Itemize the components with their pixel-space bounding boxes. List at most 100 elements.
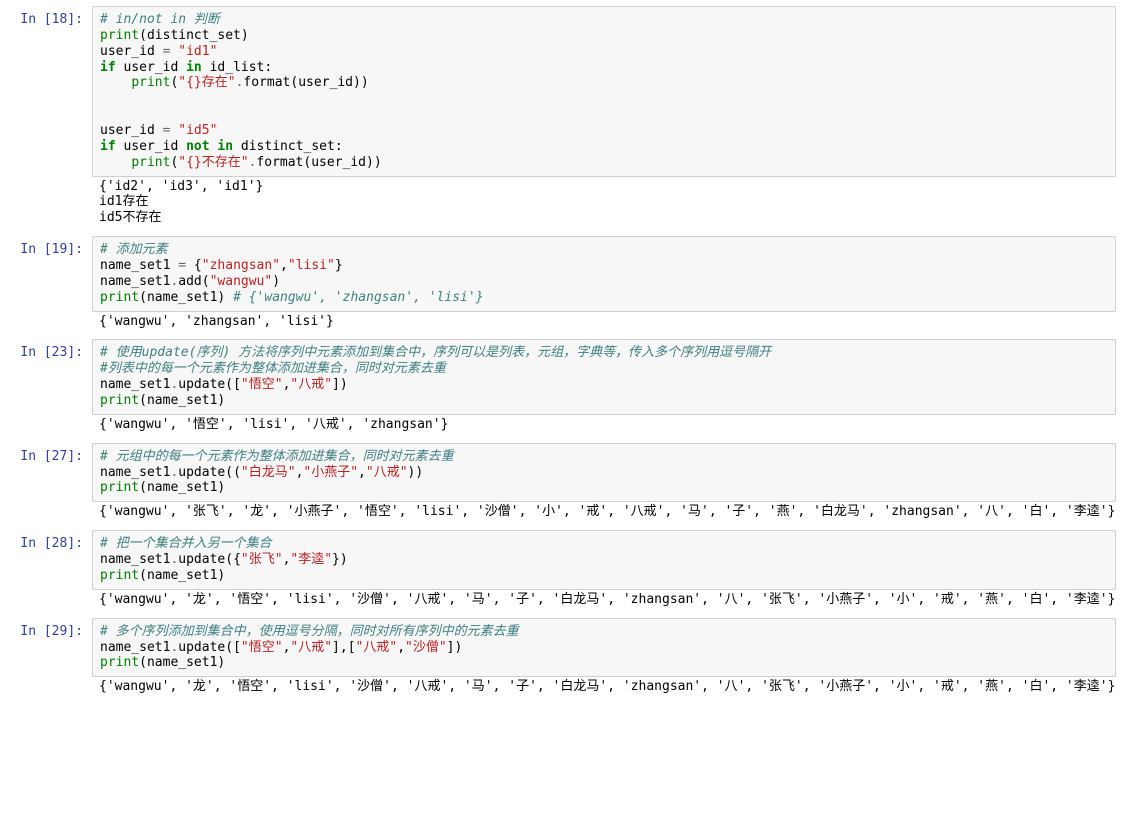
code-token: "id5" bbox=[178, 123, 217, 138]
code-token: name_set1 bbox=[100, 377, 170, 392]
code-token: ],[ bbox=[332, 640, 355, 655]
output-prompt bbox=[6, 502, 92, 512]
code-cell: In [18]:# in/not in 判断 print(distinct_se… bbox=[6, 6, 1116, 177]
code-token: if bbox=[100, 60, 116, 75]
code-token: # 元组中的每一个元素作为整体添加进集合，同时对元素去重 bbox=[100, 449, 454, 464]
code-token: # 添加元素 bbox=[100, 242, 168, 257]
code-token bbox=[100, 155, 131, 170]
code-token: update(( bbox=[178, 465, 241, 480]
code-token: format(user_id)) bbox=[243, 75, 368, 90]
code-token: not bbox=[186, 139, 209, 154]
code-token: , bbox=[280, 258, 288, 273]
code-token: ) bbox=[272, 274, 280, 289]
code-token: (name_set1) bbox=[139, 568, 225, 583]
code-token: user_id bbox=[100, 123, 163, 138]
output-prompt bbox=[6, 177, 92, 187]
output-prompt bbox=[6, 590, 92, 600]
input-prompt: In [28]: bbox=[6, 530, 92, 556]
code-token: ]) bbox=[447, 640, 463, 655]
code-token: update([ bbox=[178, 377, 241, 392]
code-token: "id1" bbox=[178, 44, 217, 59]
code-token: add( bbox=[178, 274, 209, 289]
input-prompt: In [19]: bbox=[6, 236, 92, 262]
output-prompt bbox=[6, 415, 92, 425]
code-token: #列表中的每一个元素作为整体添加进集合，同时对元素去重 bbox=[100, 361, 446, 376]
output-text: {'wangwu', '龙', '悟空', 'lisi', '沙僧', '八戒'… bbox=[92, 677, 1116, 697]
code-token: if bbox=[100, 139, 116, 154]
input-prompt: In [23]: bbox=[6, 339, 92, 365]
code-token: print bbox=[131, 155, 170, 170]
code-token: = bbox=[178, 258, 186, 273]
code-token: , bbox=[397, 640, 405, 655]
code-token: user_id bbox=[116, 60, 186, 75]
code-token: user_id bbox=[100, 44, 163, 59]
code-token: "八戒" bbox=[356, 640, 398, 655]
code-token: name_set1 bbox=[100, 552, 170, 567]
code-cell: In [27]:# 元组中的每一个元素作为整体添加进集合，同时对元素去重 nam… bbox=[6, 443, 1116, 503]
code-cell: In [29]:# 多个序列添加到集合中，使用逗号分隔，同时对所有序列中的元素去… bbox=[6, 618, 1116, 678]
output-cell: {'id2', 'id3', 'id1'} id1存在 id5不存在 bbox=[6, 177, 1116, 229]
code-token: update({ bbox=[178, 552, 241, 567]
code-cell: In [19]:# 添加元素 name_set1 = {"zhangsan","… bbox=[6, 236, 1116, 311]
code-token: "八戒" bbox=[366, 465, 408, 480]
input-prompt: In [27]: bbox=[6, 443, 92, 469]
code-token: "悟空" bbox=[241, 640, 283, 655]
code-token: name_set1 bbox=[100, 465, 170, 480]
code-token: name_set1 bbox=[100, 274, 170, 289]
code-token: "{}存在" bbox=[178, 75, 235, 90]
output-text: {'wangwu', '张飞', '龙', '小燕子', '悟空', 'lisi… bbox=[92, 502, 1116, 522]
code-token: }) bbox=[332, 552, 348, 567]
code-token: (distinct_set) bbox=[139, 28, 249, 43]
code-token: # {'wangwu', 'zhangsan', 'lisi'} bbox=[233, 290, 483, 305]
code-token: "wangwu" bbox=[210, 274, 273, 289]
code-token: print bbox=[131, 75, 170, 90]
code-token: , bbox=[358, 465, 366, 480]
code-token: (name_set1) bbox=[139, 480, 225, 495]
code-token: format(user_id)) bbox=[256, 155, 381, 170]
code-input[interactable]: # in/not in 判断 print(distinct_set) user_… bbox=[92, 6, 1116, 177]
input-prompt: In [18]: bbox=[6, 6, 92, 32]
notebook-container: In [18]:# in/not in 判断 print(distinct_se… bbox=[6, 6, 1116, 697]
code-token: update([ bbox=[178, 640, 241, 655]
code-token: print bbox=[100, 28, 139, 43]
code-input[interactable]: # 把一个集合并入另一个集合 name_set1.update({"张飞","李… bbox=[92, 530, 1116, 590]
code-token: { bbox=[186, 258, 202, 273]
code-token: print bbox=[100, 290, 139, 305]
code-token: # 把一个集合并入另一个集合 bbox=[100, 536, 272, 551]
code-token: in bbox=[217, 139, 233, 154]
code-token: "八戒" bbox=[290, 377, 332, 392]
output-cell: {'wangwu', '悟空', 'lisi', '八戒', 'zhangsan… bbox=[6, 415, 1116, 435]
input-prompt: In [29]: bbox=[6, 618, 92, 644]
code-input[interactable]: # 使用update(序列) 方法将序列中元素添加到集合中，序列可以是列表，元组… bbox=[92, 339, 1116, 414]
code-token: (name_set1) bbox=[139, 290, 233, 305]
output-prompt bbox=[6, 677, 92, 687]
code-token: "白龙马" bbox=[241, 465, 296, 480]
code-input[interactable]: # 元组中的每一个元素作为整体添加进集合，同时对元素去重 name_set1.u… bbox=[92, 443, 1116, 503]
code-token: "悟空" bbox=[241, 377, 283, 392]
code-token: ]) bbox=[332, 377, 348, 392]
code-token: "张飞" bbox=[241, 552, 283, 567]
code-token: print bbox=[100, 480, 139, 495]
code-token: name_set1 bbox=[100, 258, 178, 273]
code-token bbox=[100, 75, 131, 90]
code-token: id_list: bbox=[202, 60, 272, 75]
code-token: "zhangsan" bbox=[202, 258, 280, 273]
code-token: print bbox=[100, 393, 139, 408]
output-cell: {'wangwu', '龙', '悟空', 'lisi', '沙僧', '八戒'… bbox=[6, 677, 1116, 697]
code-token: "沙僧" bbox=[405, 640, 447, 655]
code-input[interactable]: # 添加元素 name_set1 = {"zhangsan","lisi"} n… bbox=[92, 236, 1116, 311]
code-token: print bbox=[100, 655, 139, 670]
code-token: "{}不存在" bbox=[178, 155, 248, 170]
code-cell: In [23]:# 使用update(序列) 方法将序列中元素添加到集合中，序列… bbox=[6, 339, 1116, 414]
output-cell: {'wangwu', '龙', '悟空', 'lisi', '沙僧', '八戒'… bbox=[6, 590, 1116, 610]
code-input[interactable]: # 多个序列添加到集合中，使用逗号分隔，同时对所有序列中的元素去重 name_s… bbox=[92, 618, 1116, 678]
output-prompt bbox=[6, 312, 92, 322]
code-token: # in/not in 判断 bbox=[100, 12, 220, 27]
output-text: {'id2', 'id3', 'id1'} id1存在 id5不存在 bbox=[92, 177, 1116, 229]
output-text: {'wangwu', '悟空', 'lisi', '八戒', 'zhangsan… bbox=[92, 415, 1116, 435]
code-cell: In [28]:# 把一个集合并入另一个集合 name_set1.update(… bbox=[6, 530, 1116, 590]
code-token: "八戒" bbox=[290, 640, 332, 655]
code-token: name_set1 bbox=[100, 640, 170, 655]
output-text: {'wangwu', '龙', '悟空', 'lisi', '沙僧', '八戒'… bbox=[92, 590, 1116, 610]
output-cell: {'wangwu', '张飞', '龙', '小燕子', '悟空', 'lisi… bbox=[6, 502, 1116, 522]
